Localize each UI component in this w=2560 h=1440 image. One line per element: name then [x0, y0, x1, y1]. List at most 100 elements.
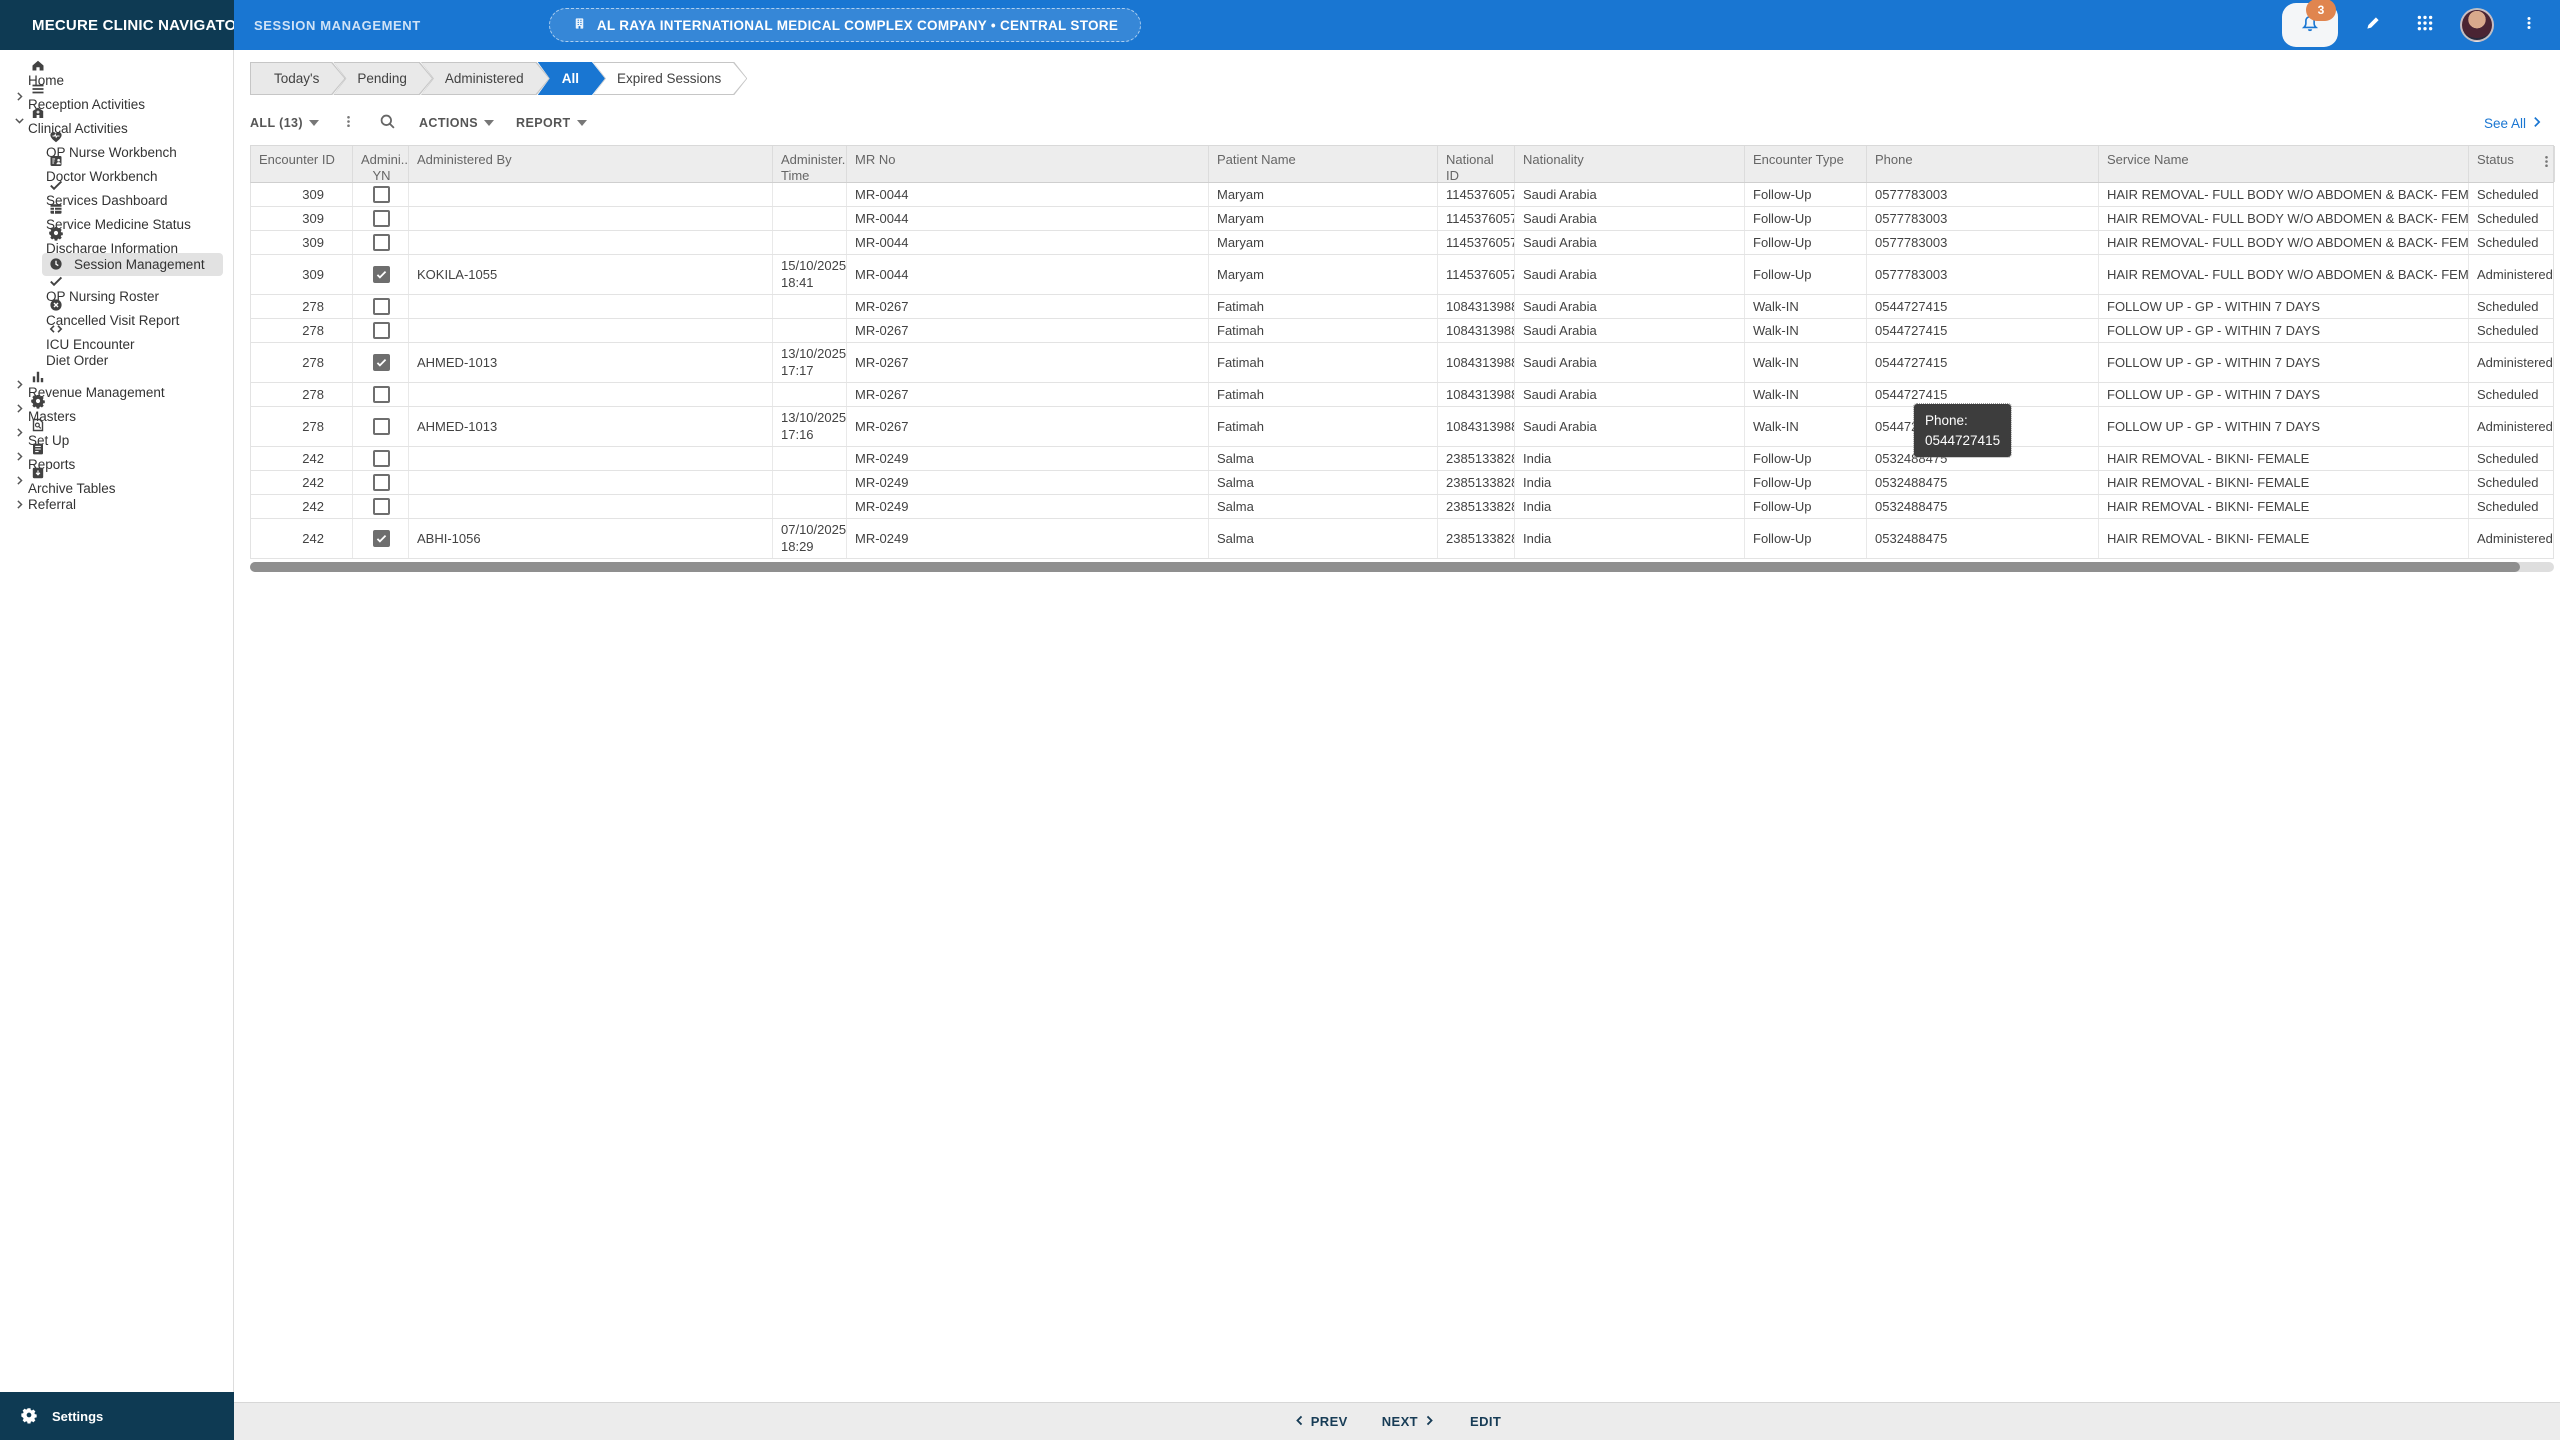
column-header-admini-: Admini... YN: [353, 146, 409, 182]
table-row[interactable]: 278 MR-0267 Fatimah 1084313988 Saudi Arabia W…: [251, 295, 2553, 319]
checkbox-unchecked[interactable]: [373, 474, 390, 491]
table-row[interactable]: 309 MR-0044 Maryam 1145376057 Saudi Arabia Fo…: [251, 183, 2553, 207]
sidebar-item-icu-encounter[interactable]: ICU Encounter: [0, 324, 233, 352]
horizontal-scrollbar-thumb[interactable]: [250, 562, 2520, 572]
table-body: 309 MR-0044 Maryam 1145376057 Saudi Arabia Fo…: [250, 183, 2554, 559]
table-row[interactable]: 278 AHMED-1013 13/10/2025 17:17 MR-0267 Fati…: [251, 343, 2553, 383]
cell-nationality: Saudi Arabia: [1515, 319, 1745, 342]
table-row[interactable]: 309 MR-0044 Maryam 1145376057 Saudi Arabia Fo…: [251, 231, 2553, 255]
checkbox-unchecked[interactable]: [373, 234, 390, 251]
cell-service-name: HAIR REMOVAL - BIKNI- FEMALE: [2099, 471, 2469, 494]
toolbar-overflow-menu[interactable]: [341, 114, 356, 132]
settings-button[interactable]: Settings: [0, 1392, 234, 1440]
table-row[interactable]: 309 KOKILA-1055 15/10/2025 18:41 MR-0044 Mar…: [251, 255, 2553, 295]
table-row[interactable]: 309 MR-0044 Maryam 1145376057 Saudi Arabia Fo…: [251, 207, 2553, 231]
cell-status: Administered: [2477, 355, 2553, 370]
chevron-right-icon[interactable]: [10, 378, 28, 391]
checkbox-unchecked[interactable]: [373, 418, 390, 435]
checkbox-unchecked[interactable]: [373, 450, 390, 467]
cell-service-name: HAIR REMOVAL- FULL BODY W/O ABDOMEN & BA…: [2099, 231, 2469, 254]
next-label: NEXT: [1381, 1414, 1419, 1429]
table-toolbar: ALL (13) ACTIONS REPORT See All: [250, 105, 2544, 141]
clock-icon: [46, 256, 66, 272]
see-all-label: See All: [2483, 115, 2526, 131]
cell-mr-no: MR-0267: [847, 407, 1209, 446]
cell-mr-no: MR-0044: [847, 207, 1209, 230]
edit-button-footer[interactable]: EDIT: [1470, 1414, 1501, 1429]
chevron-right-icon[interactable]: [10, 474, 28, 487]
cell-phone: 0577783003: [1867, 231, 2099, 254]
cell-mr-no: MR-0249: [847, 495, 1209, 518]
chevron-right-icon[interactable]: [10, 450, 28, 463]
tab-label: Today's: [274, 71, 320, 86]
chevron-right-icon[interactable]: [10, 498, 28, 511]
next-button[interactable]: NEXT: [1382, 1414, 1436, 1430]
checkbox-checked[interactable]: [373, 354, 390, 371]
column-header-service-name: Service Name: [2099, 146, 2469, 182]
apps-button[interactable]: [2408, 8, 2442, 42]
cell-encounter-id: 278: [251, 383, 353, 406]
cell-mr-no: MR-0044: [847, 231, 1209, 254]
cell-service-name: FOLLOW UP - GP - WITHIN 7 DAYS: [2099, 343, 2469, 382]
see-all-link[interactable]: See All: [2484, 115, 2544, 132]
building-icon: [572, 16, 587, 34]
table-row[interactable]: 242 MR-0249 Salma 2385133828 India Follow-Up 0…: [251, 447, 2553, 471]
column-menu-icon[interactable]: [2539, 154, 2554, 174]
filter-dropdown[interactable]: ALL (13): [250, 116, 319, 130]
checkbox-unchecked[interactable]: [373, 298, 390, 315]
cell-administered-by: [409, 319, 773, 342]
prev-button[interactable]: PREV: [1293, 1414, 1348, 1430]
notifications-button[interactable]: 3: [2282, 0, 2338, 47]
chevron-down-icon[interactable]: [10, 114, 28, 127]
cell-administered-yn: [353, 255, 409, 294]
sidebar-item-label: Referral: [28, 496, 77, 512]
cell-administered-yn: [353, 383, 409, 406]
cell-encounter-id: 242: [251, 495, 353, 518]
cell-administered-yn: [353, 183, 409, 206]
caret-down-icon: [484, 120, 495, 126]
cell-administered-time: [773, 319, 847, 342]
search-button[interactable]: [378, 112, 397, 134]
gear-icon: [20, 1406, 38, 1427]
chevron-right-icon[interactable]: [10, 426, 28, 439]
tab-administered[interactable]: Administered: [421, 62, 550, 95]
checkbox-checked[interactable]: [373, 266, 390, 283]
tab-today-s[interactable]: Today's: [250, 62, 345, 95]
checkbox-unchecked[interactable]: [373, 186, 390, 203]
caret-down-icon: [308, 120, 319, 126]
table-row[interactable]: 278 MR-0267 Fatimah 1084313988 Saudi Arabia W…: [251, 383, 2553, 407]
main-content: Today's Pending Administered All Expired Ses…: [234, 50, 2560, 1440]
cell-encounter-id: 278: [251, 343, 353, 382]
edit-button[interactable]: [2356, 8, 2390, 42]
table-row[interactable]: 242 ABHI-1056 07/10/2025 18:29 MR-0249 Salma…: [251, 519, 2553, 559]
tab-label: Pending: [357, 71, 407, 86]
checkbox-unchecked[interactable]: [373, 322, 390, 339]
user-avatar[interactable]: [2460, 8, 2494, 42]
table-row[interactable]: 242 MR-0249 Salma 2385133828 India Follow-Up 0…: [251, 495, 2553, 519]
cell-encounter-id: 242: [251, 471, 353, 494]
chevron-right-icon[interactable]: [10, 90, 28, 103]
cell-encounter-id: 309: [251, 183, 353, 206]
tab-pending[interactable]: Pending: [333, 62, 433, 95]
table-row[interactable]: 278 MR-0267 Fatimah 1084313988 Saudi Arabia W…: [251, 319, 2553, 343]
tab-expired-sessions[interactable]: Expired Sessions: [593, 62, 747, 95]
table-row[interactable]: 278 AHMED-1013 13/10/2025 17:16 MR-0267 Fati…: [251, 407, 2553, 447]
checkbox-unchecked[interactable]: [373, 386, 390, 403]
header-overflow-menu[interactable]: [2512, 8, 2546, 42]
cell-phone: 0544727415: [1867, 319, 2099, 342]
chevron-right-icon[interactable]: [10, 402, 28, 415]
actions-dropdown[interactable]: ACTIONS: [419, 116, 495, 130]
checkbox-unchecked[interactable]: [373, 498, 390, 515]
table-row[interactable]: 242 MR-0249 Salma 2385133828 India Follow-Up 0…: [251, 471, 2553, 495]
cell-administered-by: KOKILA-1055: [409, 255, 773, 294]
checkbox-unchecked[interactable]: [373, 210, 390, 227]
cell-encounter-type: Walk-IN: [1745, 407, 1867, 446]
edit-label: EDIT: [1470, 1414, 1502, 1429]
cell-encounter-id: 242: [251, 447, 353, 470]
checkbox-checked[interactable]: [373, 530, 390, 547]
cell-patient-name: Salma: [1209, 471, 1438, 494]
report-dropdown[interactable]: REPORT: [516, 116, 587, 130]
facility-selector[interactable]: AL RAYA INTERNATIONAL MEDICAL COMPLEX CO…: [548, 8, 1142, 42]
cell-administered-time: 13/10/2025 17:17: [773, 343, 847, 382]
sidebar-item-archive-tables[interactable]: Archive Tables: [0, 467, 233, 496]
